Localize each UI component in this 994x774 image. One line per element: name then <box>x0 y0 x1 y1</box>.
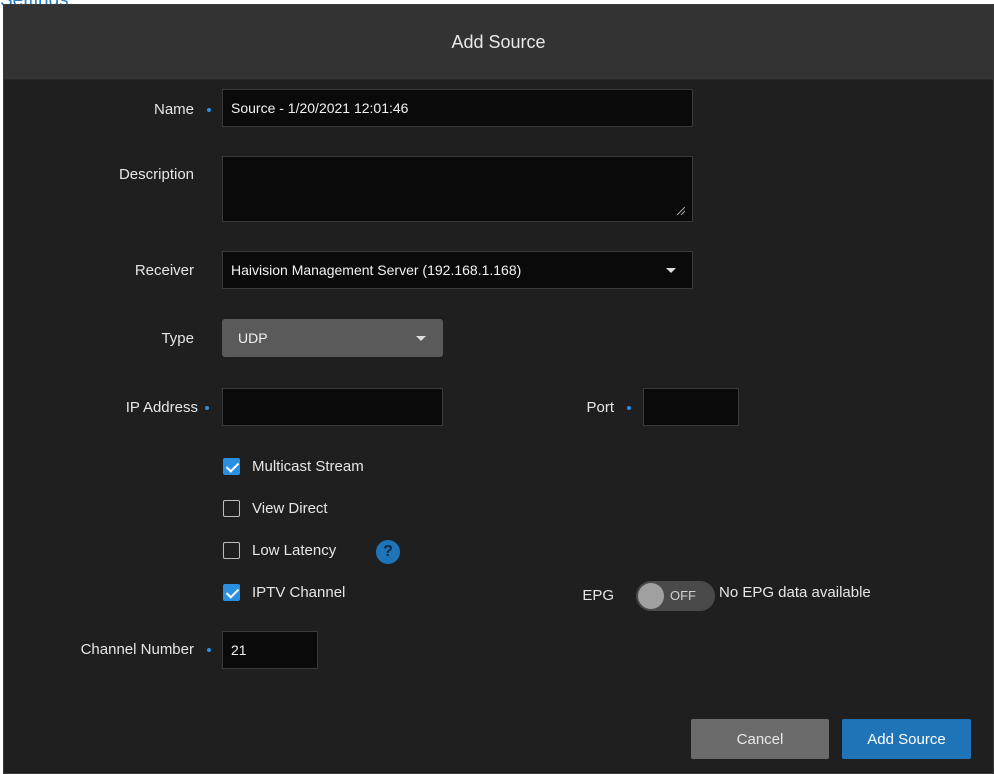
view-direct-label[interactable]: View Direct <box>252 500 328 517</box>
name-required-dot <box>207 108 211 112</box>
multicast-stream-label[interactable]: Multicast Stream <box>252 458 364 475</box>
receiver-select[interactable]: Haivision Management Server (192.168.1.1… <box>222 251 693 289</box>
port-required-dot <box>627 406 631 410</box>
ip-address-required-dot <box>205 406 209 410</box>
channel-number-required-dot <box>207 648 211 652</box>
low-latency-label[interactable]: Low Latency <box>252 542 336 559</box>
add-source-dialog: Add Source Name Description Receiver Hai… <box>3 4 994 774</box>
channel-number-input[interactable] <box>222 631 318 669</box>
receiver-label: Receiver <box>134 262 194 279</box>
epg-toggle[interactable]: OFF <box>636 581 715 611</box>
help-glyph: ? <box>383 543 393 560</box>
port-label: Port <box>586 399 614 416</box>
cancel-button[interactable]: Cancel <box>691 719 829 759</box>
type-dropdown[interactable]: UDP <box>222 319 443 357</box>
receiver-chevron-down-icon[interactable] <box>666 268 676 273</box>
help-icon[interactable]: ? <box>376 540 400 564</box>
type-value: UDP <box>238 330 268 346</box>
add-source-button[interactable]: Add Source <box>842 719 971 759</box>
resize-grip-icon[interactable] <box>677 207 685 215</box>
port-input[interactable] <box>643 388 739 426</box>
ip-address-label: IP Address <box>125 399 198 416</box>
name-label: Name <box>153 101 194 118</box>
epg-label: EPG <box>582 587 614 604</box>
view-direct-checkbox[interactable] <box>223 500 240 517</box>
epg-toggle-text: OFF <box>670 588 696 603</box>
channel-number-label: Channel Number <box>80 641 194 658</box>
iptv-channel-label[interactable]: IPTV Channel <box>252 584 345 601</box>
dialog-title: Add Source <box>4 5 993 80</box>
type-chevron-down-icon[interactable] <box>416 336 426 341</box>
low-latency-checkbox[interactable] <box>223 542 240 559</box>
epg-toggle-knob <box>638 583 664 609</box>
epg-note: No EPG data available <box>719 584 871 601</box>
name-input[interactable] <box>222 89 693 127</box>
iptv-channel-checkbox[interactable] <box>223 584 240 601</box>
description-label: Description <box>118 166 194 183</box>
multicast-stream-checkbox[interactable] <box>223 458 240 475</box>
ip-address-input[interactable] <box>222 388 443 426</box>
receiver-value: Haivision Management Server (192.168.1.1… <box>231 262 522 278</box>
type-label: Type <box>161 330 194 347</box>
description-textarea[interactable] <box>222 156 693 222</box>
